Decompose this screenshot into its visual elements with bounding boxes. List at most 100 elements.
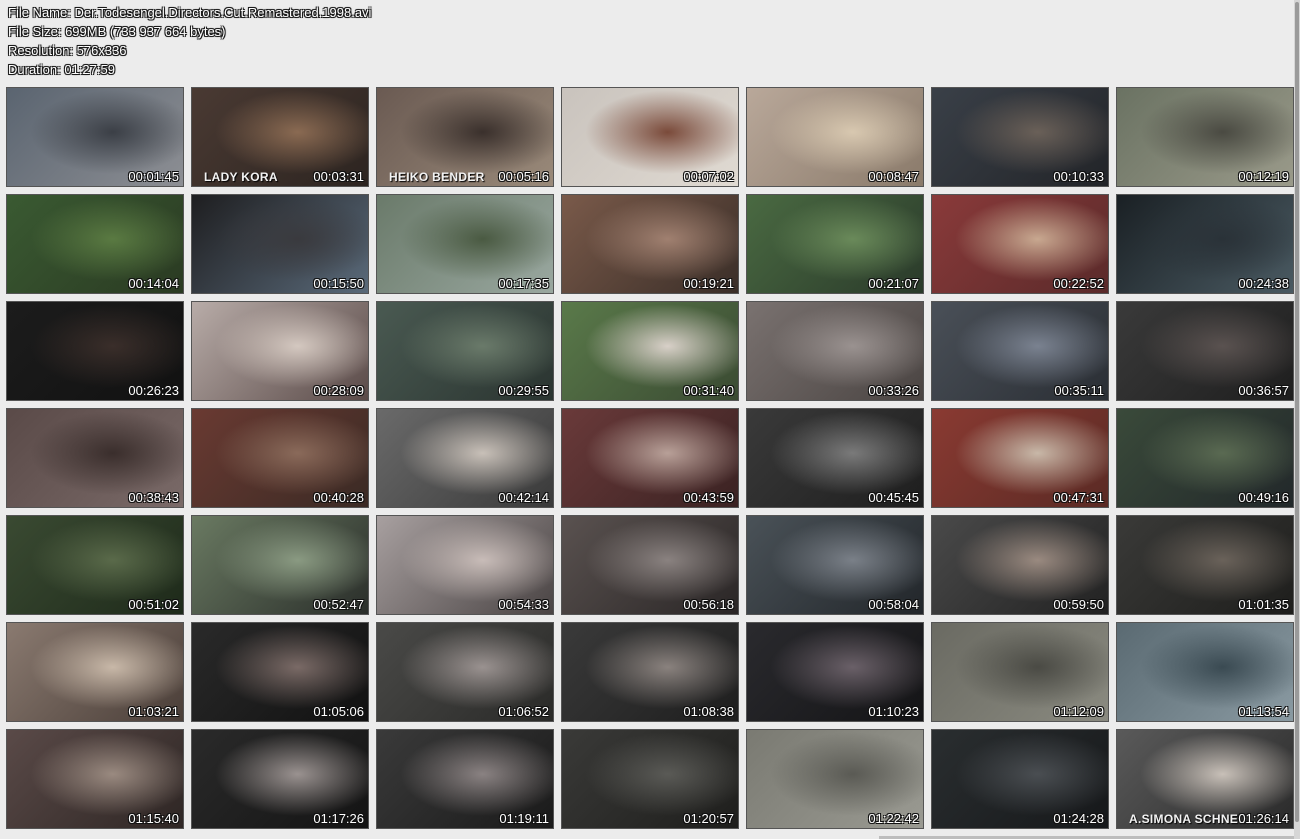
video-thumbnail: 00:42:14 xyxy=(376,408,554,508)
video-thumbnail: 01:08:38 xyxy=(561,622,739,722)
thumbnail-timestamp: 00:08:47 xyxy=(868,169,919,184)
thumbnail-timestamp: 01:12:09 xyxy=(1053,704,1104,719)
video-thumbnail: 01:20:57 xyxy=(561,729,739,829)
thumbnail-caption: LADY KORA xyxy=(204,170,278,184)
video-thumbnail: 01:03:21 xyxy=(6,622,184,722)
thumbnail-timestamp: 00:47:31 xyxy=(1053,490,1104,505)
video-thumbnail: 00:35:11 xyxy=(931,301,1109,401)
thumbnail-timestamp: 01:01:35 xyxy=(1238,597,1289,612)
video-thumbnail: 00:28:09 xyxy=(191,301,369,401)
video-thumbnail: 00:58:04 xyxy=(746,515,924,615)
video-thumbnail: 00:59:50 xyxy=(931,515,1109,615)
thumbnail-timestamp: 01:20:57 xyxy=(683,811,734,826)
thumbnail-timestamp: 00:17:35 xyxy=(498,276,549,291)
video-thumbnail: 00:49:16 xyxy=(1116,408,1294,508)
video-thumbnail: 00:19:21 xyxy=(561,194,739,294)
thumbnail-caption: HEIKO BENDER xyxy=(389,170,485,184)
video-thumbnail: 00:08:47 xyxy=(746,87,924,187)
video-thumbnail: 00:51:02 xyxy=(6,515,184,615)
video-thumbnail: 00:29:55 xyxy=(376,301,554,401)
video-thumbnail: 01:19:11 xyxy=(376,729,554,829)
video-thumbnail: 01:22:42 xyxy=(746,729,924,829)
thumbnail-timestamp: 00:35:11 xyxy=(1054,383,1104,398)
thumbnail-timestamp: 01:15:40 xyxy=(128,811,179,826)
video-thumbnail: 00:45:45 xyxy=(746,408,924,508)
thumbnail-timestamp: 00:26:23 xyxy=(128,383,179,398)
thumbnail-timestamp: 01:06:52 xyxy=(498,704,549,719)
thumbnail-timestamp: 01:24:28 xyxy=(1053,811,1104,826)
thumbnail-timestamp: 01:17:26 xyxy=(313,811,364,826)
thumbnail-timestamp: 00:22:52 xyxy=(1053,276,1104,291)
video-thumbnail: 01:15:40 xyxy=(6,729,184,829)
thumbnail-caption: A.SIMONA SCHNE... xyxy=(1129,812,1249,826)
thumbnail-timestamp: 00:58:04 xyxy=(868,597,919,612)
thumbnail-timestamp: 00:15:50 xyxy=(313,276,364,291)
scrollbar-thumb[interactable] xyxy=(1295,2,1299,822)
video-thumbnail: 00:54:33 xyxy=(376,515,554,615)
thumbnail-timestamp: 00:10:33 xyxy=(1053,169,1104,184)
video-thumbnail: 00:36:57 xyxy=(1116,301,1294,401)
video-thumbnail: 01:12:09 xyxy=(931,622,1109,722)
video-thumbnail: 00:31:40 xyxy=(561,301,739,401)
thumbnail-timestamp: 00:21:07 xyxy=(868,276,919,291)
video-thumbnail: 00:12:19 xyxy=(1116,87,1294,187)
video-thumbnail: 00:21:07 xyxy=(746,194,924,294)
thumbnail-timestamp: 00:42:14 xyxy=(498,490,549,505)
thumbnail-timestamp: 00:24:38 xyxy=(1238,276,1289,291)
video-thumbnail: 01:05:06 xyxy=(191,622,369,722)
vertical-scrollbar[interactable] xyxy=(1294,0,1300,839)
thumbnail-timestamp: 01:19:11 xyxy=(499,811,549,826)
thumbnail-timestamp: 00:43:59 xyxy=(683,490,734,505)
video-thumbnail: 00:14:04 xyxy=(6,194,184,294)
video-thumbnail: 00:07:02 xyxy=(561,87,739,187)
video-thumbnail: 00:10:33 xyxy=(931,87,1109,187)
video-thumbnail: 00:43:59 xyxy=(561,408,739,508)
video-thumbnail: 01:01:35 xyxy=(1116,515,1294,615)
video-thumbnail: 00:52:47 xyxy=(191,515,369,615)
video-thumbnail: 00:26:23 xyxy=(6,301,184,401)
thumbnail-timestamp: 00:36:57 xyxy=(1238,383,1289,398)
video-thumbnail: 00:24:38 xyxy=(1116,194,1294,294)
thumbnail-timestamp: 00:51:02 xyxy=(128,597,179,612)
video-thumbnail: 01:10:23 xyxy=(746,622,924,722)
video-thumbnail: LADY KORA 00:03:31 xyxy=(191,87,369,187)
video-thumbnail: 00:56:18 xyxy=(561,515,739,615)
thumbnail-timestamp: 00:01:45 xyxy=(128,169,179,184)
thumbnail-timestamp: 00:49:16 xyxy=(1238,490,1289,505)
video-thumbnail: 00:47:31 xyxy=(931,408,1109,508)
thumbnail-timestamp: 01:08:38 xyxy=(683,704,734,719)
thumbnail-timestamp: 00:14:04 xyxy=(128,276,179,291)
thumbnail-timestamp: 00:33:26 xyxy=(868,383,919,398)
thumbnail-timestamp: 00:12:19 xyxy=(1238,169,1289,184)
contact-sheet: File Name: Der.Todesengel.Directors.Cut.… xyxy=(0,0,1300,839)
thumbnail-timestamp: 00:28:09 xyxy=(313,383,364,398)
thumbnail-timestamp: 00:05:16 xyxy=(498,169,549,184)
thumbnail-grid: 00:01:45 LADY KORA 00:03:31 HEIKO BENDER 00:… xyxy=(0,0,1300,839)
video-thumbnail: 01:17:26 xyxy=(191,729,369,829)
video-thumbnail: A.SIMONA SCHNE... 01:26:14 xyxy=(1116,729,1294,829)
thumbnail-timestamp: 00:38:43 xyxy=(128,490,179,505)
thumbnail-timestamp: 00:19:21 xyxy=(683,276,734,291)
thumbnail-timestamp: 01:22:42 xyxy=(868,811,919,826)
thumbnail-timestamp: 00:52:47 xyxy=(313,597,364,612)
thumbnail-timestamp: 01:13:54 xyxy=(1238,704,1289,719)
thumbnail-timestamp: 00:59:50 xyxy=(1053,597,1104,612)
thumbnail-timestamp: 00:31:40 xyxy=(683,383,734,398)
thumbnail-timestamp: 01:26:14 xyxy=(1238,811,1289,826)
thumbnail-timestamp: 00:40:28 xyxy=(313,490,364,505)
video-thumbnail: 00:15:50 xyxy=(191,194,369,294)
thumbnail-timestamp: 00:54:33 xyxy=(498,597,549,612)
thumbnail-timestamp: 01:05:06 xyxy=(313,704,364,719)
video-thumbnail: 00:22:52 xyxy=(931,194,1109,294)
thumbnail-timestamp: 01:10:23 xyxy=(868,704,919,719)
video-thumbnail: 01:13:54 xyxy=(1116,622,1294,722)
video-thumbnail: 01:24:28 xyxy=(931,729,1109,829)
thumbnail-timestamp: 00:07:02 xyxy=(683,169,734,184)
thumbnail-timestamp: 00:03:31 xyxy=(313,169,364,184)
video-thumbnail: HEIKO BENDER 00:05:16 xyxy=(376,87,554,187)
thumbnail-timestamp: 00:56:18 xyxy=(683,597,734,612)
thumbnail-timestamp: 01:03:21 xyxy=(128,704,179,719)
video-thumbnail: 00:33:26 xyxy=(746,301,924,401)
video-thumbnail: 00:01:45 xyxy=(6,87,184,187)
thumbnail-timestamp: 00:45:45 xyxy=(868,490,919,505)
